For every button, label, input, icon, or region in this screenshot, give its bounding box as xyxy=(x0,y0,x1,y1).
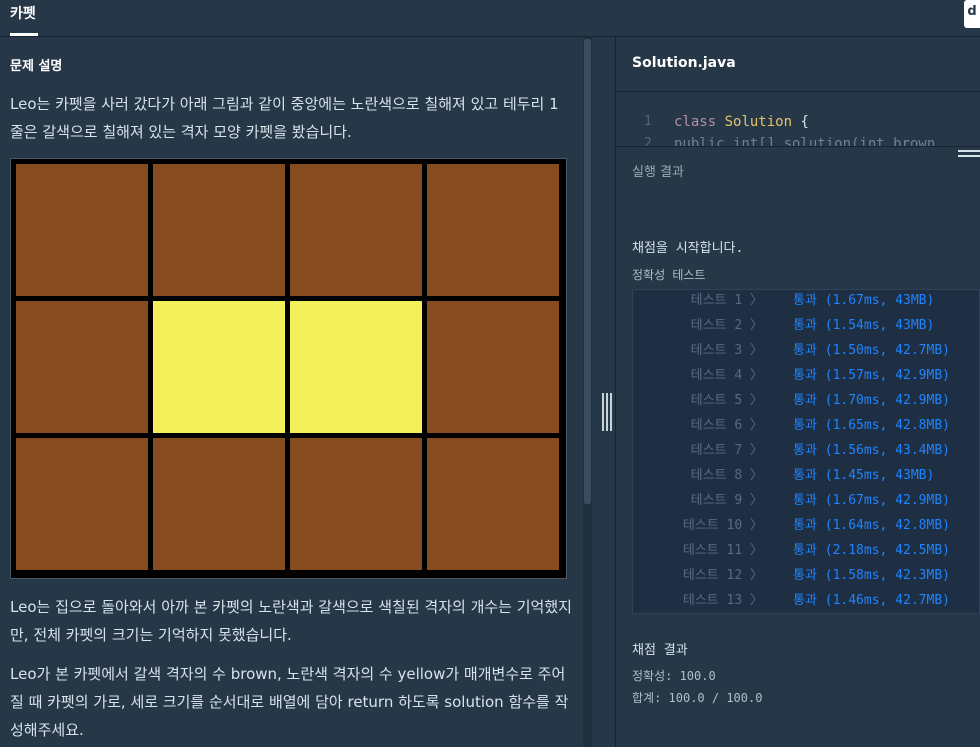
problem-paragraph-1: Leo는 카펫을 사러 갔다가 아래 그림과 같이 중앙에는 노란색으로 칠해져… xyxy=(10,95,559,141)
test-name: 테스트 2 〉 xyxy=(690,318,763,333)
test-name: 테스트 5 〉 xyxy=(690,393,763,408)
test-result: 통과 (1.70ms, 42.9MB) xyxy=(793,393,950,408)
console-start-message: 채점을 시작합니다. xyxy=(632,241,744,256)
test-name: 테스트 6 〉 xyxy=(690,418,763,433)
test-name: 테스트 11 〉 xyxy=(682,543,763,558)
test-row: 테스트 8 〉 통과 (1.45ms, 43MB) xyxy=(633,463,980,488)
test-result: 통과 (1.46ms, 42.7MB) xyxy=(793,593,950,608)
test-result: 통과 (1.57ms, 42.9MB) xyxy=(793,368,950,383)
test-row: 테스트 4 〉 통과 (1.57ms, 42.9MB) xyxy=(633,363,980,388)
carpet-cell-brown xyxy=(289,437,423,571)
line-number: 2 xyxy=(644,136,652,146)
carpet-cell-brown xyxy=(15,437,149,571)
carpet-cell-brown xyxy=(15,163,149,297)
result-header: 실행 결과 xyxy=(616,146,980,186)
test-row: 테스트 13 〉 통과 (1.46ms, 42.7MB) xyxy=(633,588,980,613)
carpet-cell-brown xyxy=(15,300,149,434)
test-result: 통과 (1.67ms, 43MB) xyxy=(793,293,935,308)
final-total: 합계: 100.0 / 100.0 xyxy=(632,691,763,705)
test-row: 테스트 2 〉 통과 (1.54ms, 43MB) xyxy=(633,313,980,338)
test-name: 테스트 13 〉 xyxy=(682,593,763,608)
carpet-cell-brown xyxy=(426,300,560,434)
test-row: 테스트 9 〉 통과 (1.67ms, 42.9MB) xyxy=(633,488,980,513)
carpet-cell-brown xyxy=(426,163,560,297)
section-title: 문제 설명 xyxy=(10,59,63,74)
problem-paragraph-3: Leo가 본 카펫에서 갈색 격자의 수 brown, 노란색 격자의 수 ye… xyxy=(10,665,569,739)
test-row: 테스트 11 〉 통과 (2.18ms, 42.5MB) xyxy=(633,538,980,563)
test-row: 테스트 10 〉 통과 (1.64ms, 42.8MB) xyxy=(633,513,980,538)
problem-panel: 문제 설명 Leo는 카펫을 사러 갔다가 아래 그림과 같이 중앙에는 노란색… xyxy=(0,37,596,747)
test-name: 테스트 8 〉 xyxy=(690,468,763,483)
corner-button[interactable]: d xyxy=(964,0,980,28)
code-line-1[interactable]: class Solution { xyxy=(674,114,809,130)
test-name: 테스트 3 〉 xyxy=(690,343,763,358)
test-result: 통과 (1.64ms, 42.8MB) xyxy=(793,518,950,533)
panel-resize-handle[interactable] xyxy=(602,393,612,431)
tab-problem[interactable]: 카펫 xyxy=(0,0,46,37)
carpet-cell-yellow xyxy=(152,300,286,434)
problem-paragraph-2: Leo는 집으로 돌아와서 아까 본 카펫의 노란색과 갈색으로 색칠된 격자의… xyxy=(10,598,572,644)
test-result: 통과 (1.56ms, 43.4MB) xyxy=(793,443,950,458)
test-result: 통과 (1.50ms, 42.7MB) xyxy=(793,343,950,358)
line-number: 1 xyxy=(644,114,652,129)
test-results-list: 테스트 1 〉 통과 (1.67ms, 43MB) 테스트 2 〉 통과 (1.54m… xyxy=(632,289,980,614)
scrollbar-thumb[interactable] xyxy=(584,39,591,504)
test-result: 통과 (1.65ms, 42.8MB) xyxy=(793,418,950,433)
test-name: 테스트 1 〉 xyxy=(690,293,763,308)
carpet-cell-brown xyxy=(152,163,286,297)
active-tab-indicator xyxy=(10,33,38,36)
test-row: 테스트 3 〉 통과 (1.50ms, 42.7MB) xyxy=(633,338,980,363)
carpet-cell-brown xyxy=(152,437,286,571)
test-row: 테스트 12 〉 통과 (1.58ms, 42.3MB) xyxy=(633,563,980,588)
carpet-illustration xyxy=(10,158,567,579)
final-accuracy: 정확성: 100.0 xyxy=(632,669,716,683)
test-row: 테스트 7 〉 통과 (1.56ms, 43.4MB) xyxy=(633,438,980,463)
code-brace: { xyxy=(792,114,809,130)
final-result-title: 채점 결과 xyxy=(632,643,688,658)
top-tab-bar: 카펫 d xyxy=(0,0,980,37)
test-name: 테스트 4 〉 xyxy=(690,368,763,383)
test-result: 통과 (1.54ms, 43MB) xyxy=(793,318,935,333)
code-line-2[interactable]: public int[] solution(int brown xyxy=(674,136,935,146)
test-result: 통과 (1.45ms, 43MB) xyxy=(793,468,935,483)
carpet-cell-brown xyxy=(289,163,423,297)
test-name: 테스트 9 〉 xyxy=(690,493,763,508)
accuracy-test-label: 정확성 테스트 xyxy=(632,268,706,282)
test-name: 테스트 12 〉 xyxy=(682,568,763,583)
test-result: 통과 (1.67ms, 42.9MB) xyxy=(793,493,950,508)
result-title: 실행 결과 xyxy=(632,165,684,180)
carpet-cell-brown xyxy=(426,437,560,571)
code-keyword: class xyxy=(674,114,717,130)
test-row: 테스트 6 〉 통과 (1.65ms, 42.8MB) xyxy=(633,413,980,438)
code-class-name: Solution xyxy=(724,114,793,130)
code-editor[interactable]: 1 class Solution { 2 public int[] soluti… xyxy=(616,91,980,146)
test-row: 테스트 1 〉 통과 (1.67ms, 43MB) xyxy=(633,288,980,313)
hamburger-menu-icon[interactable] xyxy=(958,150,980,162)
test-name: 테스트 7 〉 xyxy=(690,443,763,458)
test-result: 통과 (1.58ms, 42.3MB) xyxy=(793,568,950,583)
test-name: 테스트 10 〉 xyxy=(682,518,763,533)
code-panel: Solution.java 1 class Solution { 2 publi… xyxy=(616,37,980,747)
test-row: 테스트 5 〉 통과 (1.70ms, 42.9MB) xyxy=(633,388,980,413)
file-name: Solution.java xyxy=(632,55,736,71)
test-result: 통과 (2.18ms, 42.5MB) xyxy=(793,543,950,558)
carpet-cell-yellow xyxy=(289,300,423,434)
